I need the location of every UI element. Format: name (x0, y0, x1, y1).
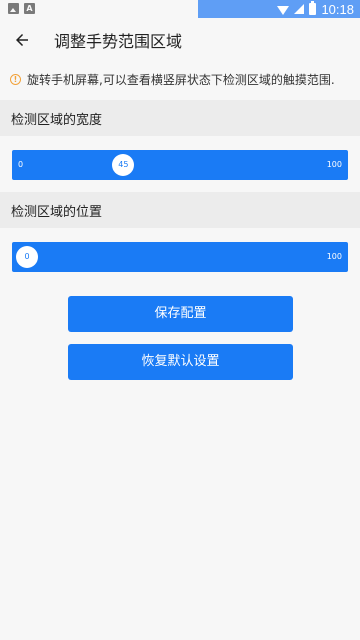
width-section-header: 检测区域的宽度 (0, 100, 360, 136)
slider-min-label: 0 (18, 160, 24, 169)
back-arrow-icon (16, 34, 28, 46)
status-tray: 10:18 (198, 0, 360, 18)
wifi-icon (277, 5, 290, 15)
status-bar: A 10:18 (0, 0, 360, 18)
position-section-header: 检测区域的位置 (0, 192, 360, 228)
notification-icons: A (8, 3, 35, 14)
a-notification-icon: A (24, 3, 35, 14)
position-section-label: 检测区域的位置 (11, 204, 103, 220)
warning-info-icon: ! (10, 73, 21, 85)
battery-icon (309, 1, 317, 15)
image-notification-icon (8, 3, 19, 14)
width-section-label: 检测区域的宽度 (11, 112, 103, 128)
width-slider[interactable]: 0 45 100 (12, 150, 348, 180)
position-slider[interactable]: 0 100 (12, 242, 348, 272)
position-slider-thumb[interactable]: 0 (16, 246, 38, 268)
info-text: 旋转手机屏幕,可以查看横竖屏状态下检测区域的触摸范围. (27, 72, 335, 87)
slider-max-label: 100 (326, 252, 342, 261)
page-title: 调整手势范围区域 (54, 32, 183, 51)
back-button[interactable] (0, 18, 44, 62)
width-slider-row: 0 45 100 (0, 142, 360, 188)
info-row: ! 旋转手机屏幕,可以查看横竖屏状态下检测区域的触摸范围. (10, 70, 350, 88)
save-config-button[interactable]: 保存配置 (68, 296, 293, 332)
reset-default-button[interactable]: 恢复默认设置 (68, 344, 293, 380)
width-slider-thumb[interactable]: 45 (112, 154, 135, 176)
position-slider-row: 0 100 (0, 234, 360, 280)
signal-icon (294, 4, 305, 14)
slider-max-label: 100 (326, 160, 342, 169)
status-time: 10:18 (321, 1, 354, 17)
app-header: 调整手势范围区域 (0, 18, 360, 62)
